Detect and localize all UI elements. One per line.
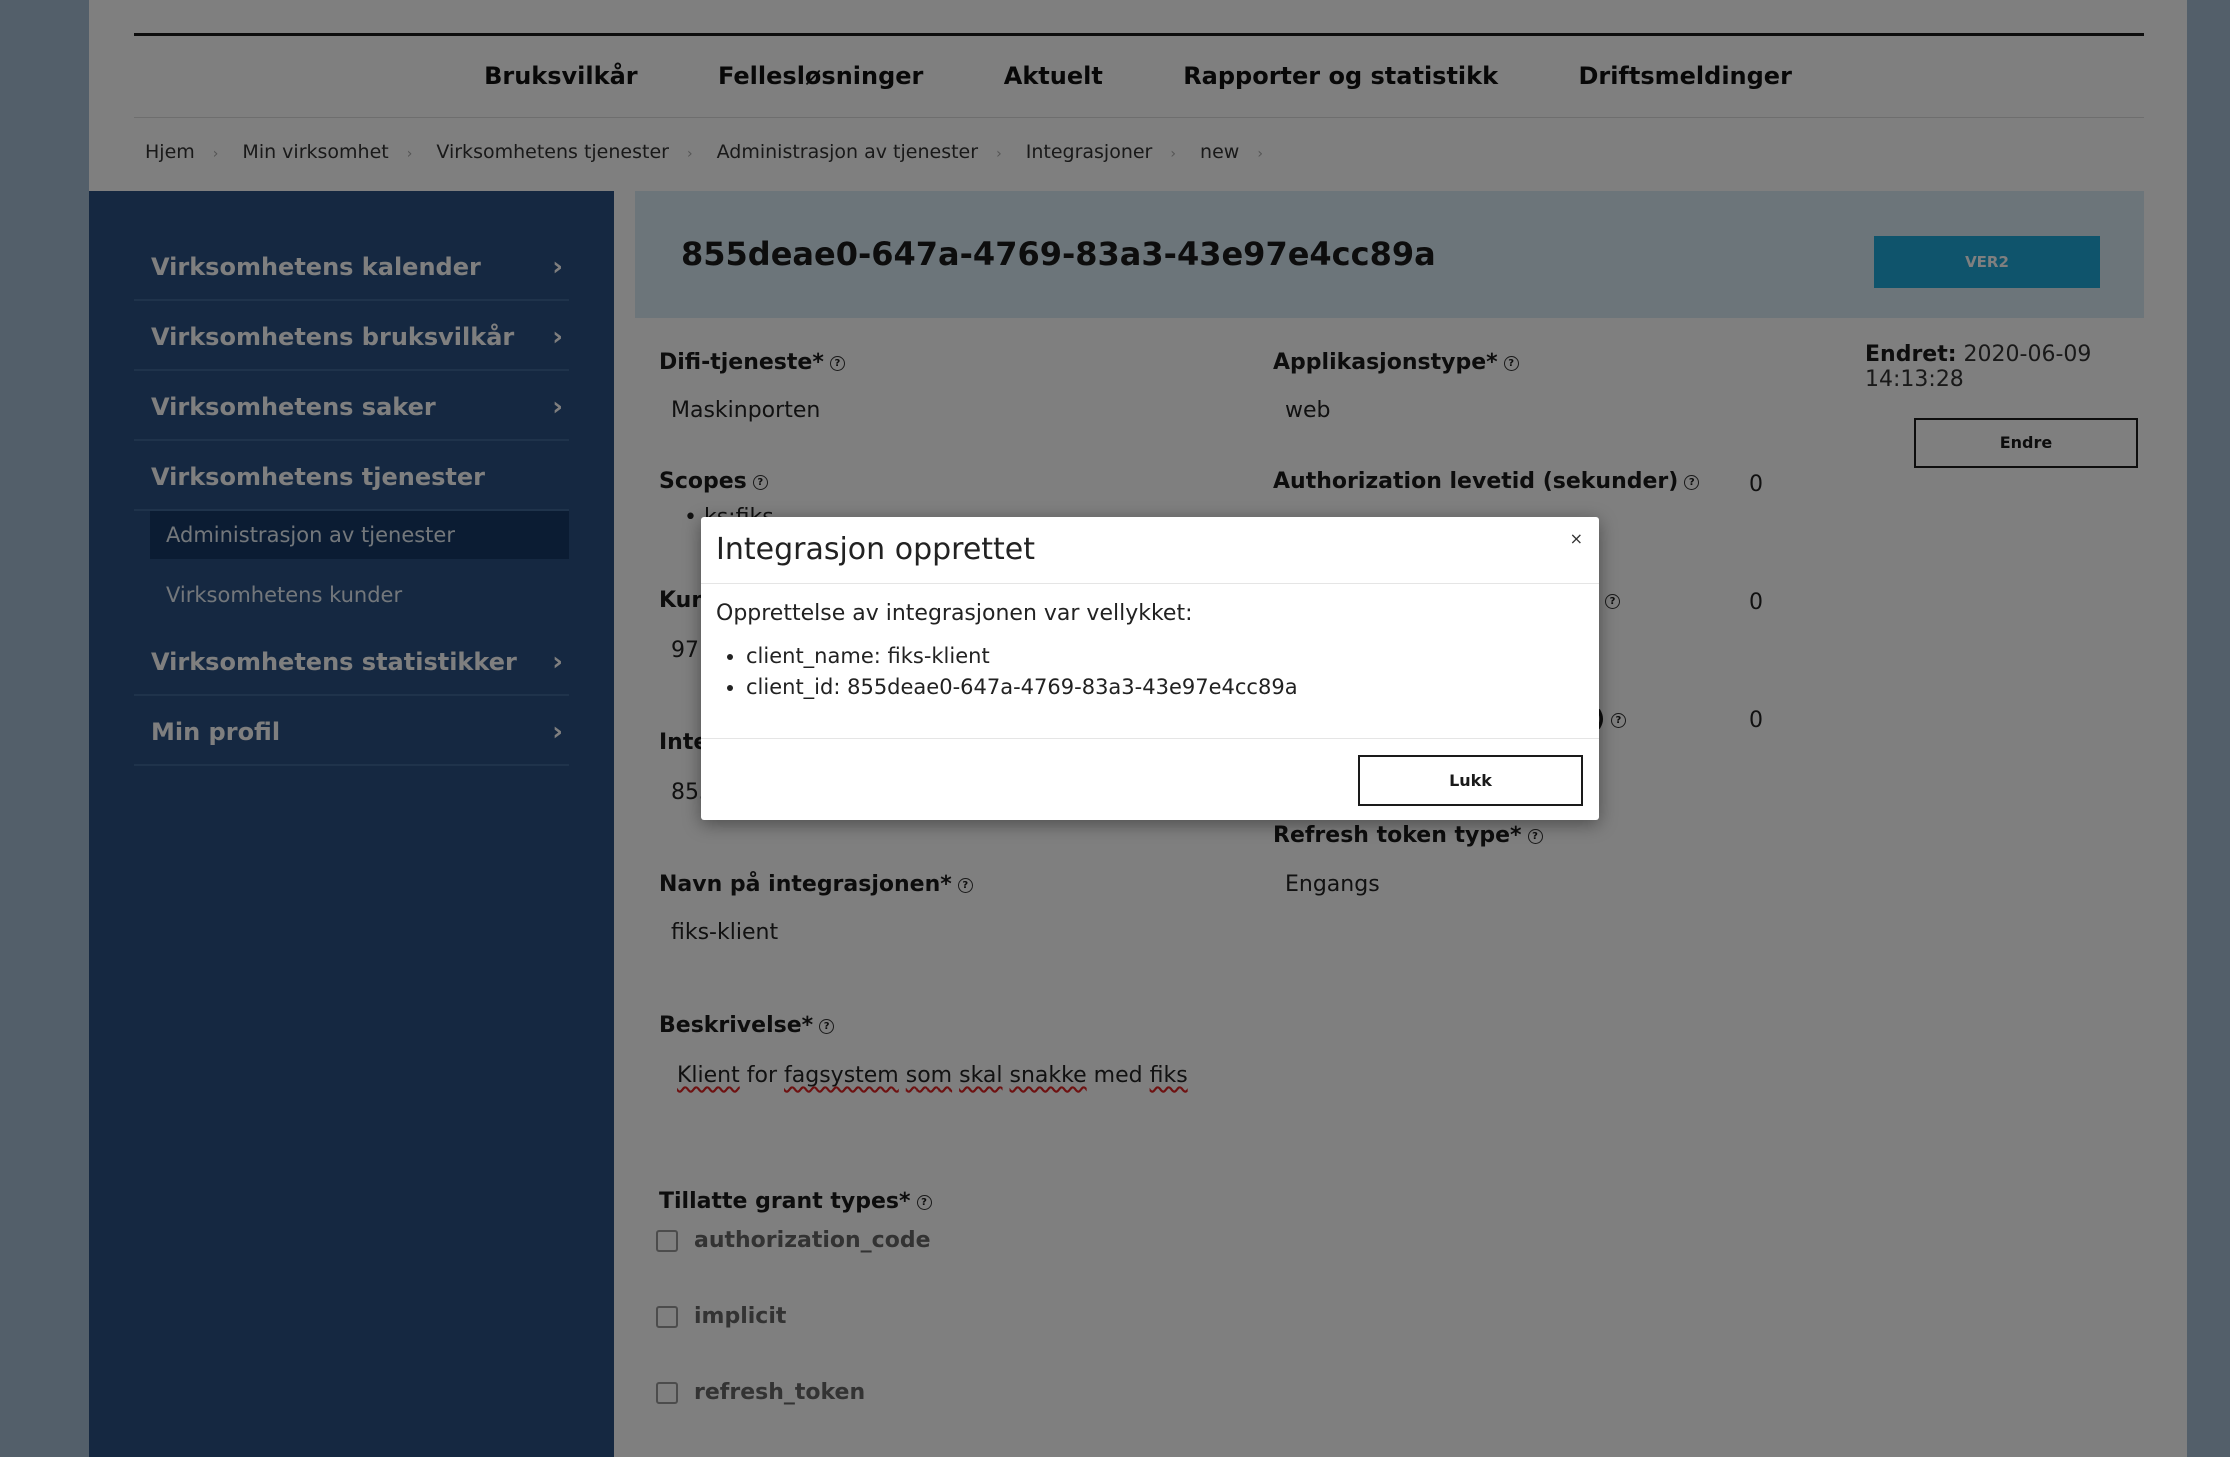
close-icon[interactable]: × bbox=[1570, 529, 1583, 548]
dialog-divider bbox=[701, 738, 1599, 739]
dialog-message: Opprettelse av integrasjonen var vellykk… bbox=[716, 601, 1193, 626]
success-dialog: Integrasjon opprettet × Opprettelse av i… bbox=[701, 517, 1599, 820]
list-item: client_id: 855deae0-647a-4769-83a3-43e97… bbox=[746, 672, 1298, 703]
dialog-title: Integrasjon opprettet bbox=[716, 532, 1036, 567]
lukk-button[interactable]: Lukk bbox=[1358, 755, 1583, 806]
list-item: client_name: fiks-klient bbox=[746, 641, 1298, 672]
dialog-list: client_name: fiks-klient client_id: 855d… bbox=[716, 641, 1298, 703]
dialog-divider bbox=[701, 583, 1599, 584]
